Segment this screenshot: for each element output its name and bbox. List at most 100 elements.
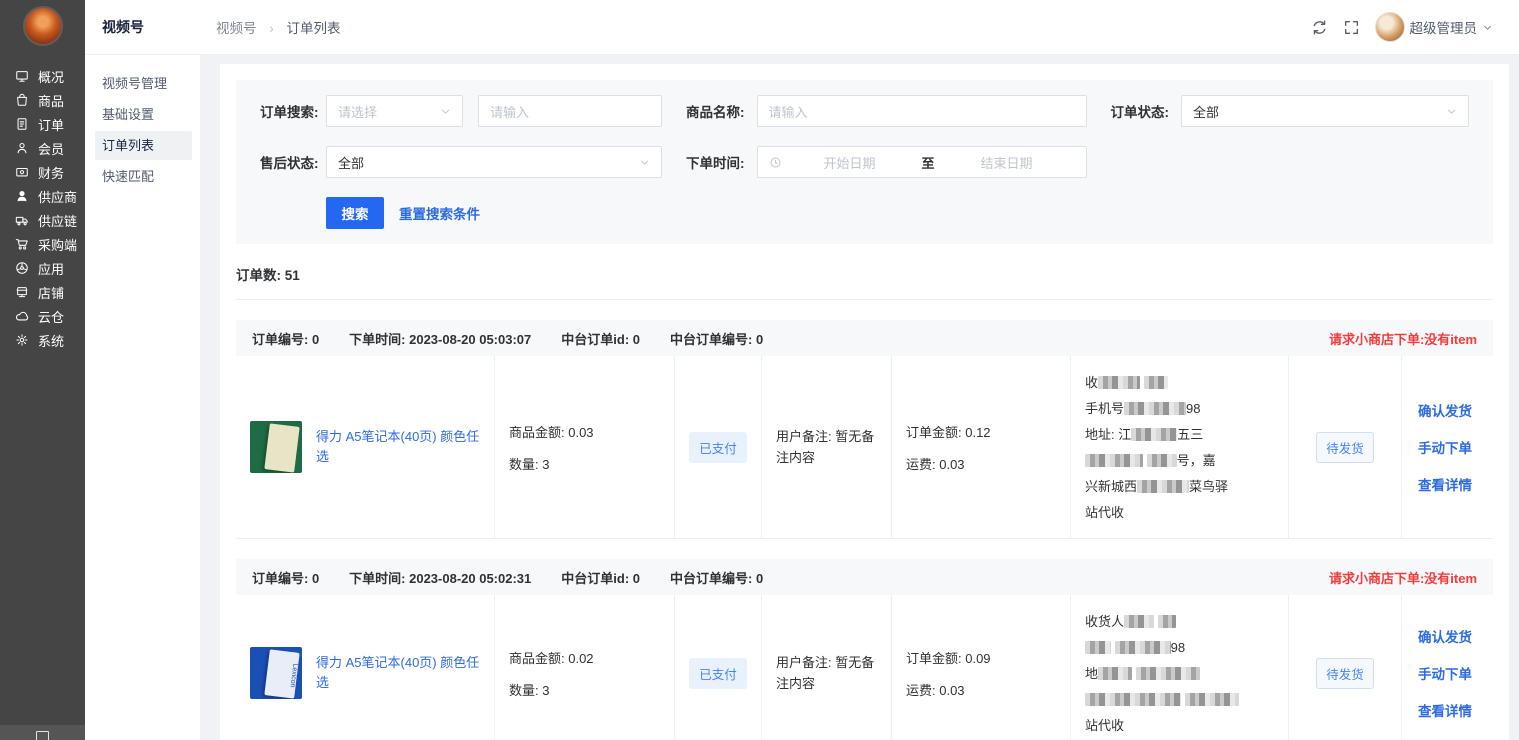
mid-order-no: 中台订单编号: 0 [670,329,763,348]
supplier-icon [15,189,29,203]
aftersale-status-select[interactable]: 全部 [326,146,662,178]
user-menu[interactable]: 超级管理员 [1375,12,1494,42]
redacted-block [1085,693,1181,706]
order-body: Lexicon 得力 A5笔记本(40页) 颜色任选 商品金额: 0.02 数量… [236,595,1493,740]
address-text: 手机号 [1085,401,1124,416]
ship-status-cell: 待发货 [1289,356,1402,538]
submenu-item-1[interactable]: 基础设置 [95,100,192,129]
sidebar-item-10[interactable]: 云仓 [0,304,85,328]
sidebar-item-2[interactable]: 订单 [0,112,85,136]
topbar: 视频号 › 订单列表 超级管理员 [200,0,1519,55]
redacted-block [1124,402,1186,415]
order-row: 订单编号: 0 下单时间: 2023-08-20 05:03:07 中台订单id… [236,320,1493,539]
submenu-sidebar: 视频号 视频号管理 基础设置 订单列表 快速匹配 [85,0,200,740]
order-status-label: 订单状态: [1111,101,1170,121]
aftersale-status-value: 全部 [338,153,364,172]
sidebar-item-5[interactable]: 供应商 [0,184,85,208]
redacted-block [1085,454,1143,467]
chevron-down-icon [639,157,650,168]
mid-order-id: 中台订单id: 0 [561,329,640,348]
order-time-range-picker[interactable]: 开始日期 至 结束日期 [757,146,1087,178]
address-line: 兴新城西菜鸟驿 [1085,474,1274,500]
order-amount-cell: 订单金额: 0.12 运费: 0.03 [892,356,1071,538]
redacted-block [1185,693,1239,706]
order-action-1[interactable]: 手动下单 [1418,663,1472,683]
breadcrumb-root[interactable]: 视频号 [216,21,257,36]
quantity: 数量: 3 [509,454,660,473]
actions-cell: 确认发货手动下单查看详情 [1402,356,1493,538]
order-status-select[interactable]: 全部 [1181,95,1469,127]
app-logo [23,6,63,46]
sidebar-item-3[interactable]: 会员 [0,136,85,160]
order-list: 订单编号: 0 下单时间: 2023-08-20 05:03:07 中台订单id… [236,320,1493,740]
sidebar-item-8[interactable]: 应用 [0,256,85,280]
sidebar-item-label: 概况 [38,67,64,86]
sidebar-item-9[interactable]: 店铺 [0,280,85,304]
freight: 运费: 0.03 [906,454,1056,473]
app-root: 概况 商品 订单 会员 财务 供应商 供应链 采购端 应用 店铺 云仓 [0,0,1519,740]
product-name-link[interactable]: 得力 A5笔记本(40页) 颜色任选 [316,427,480,467]
address-cell: 收货人 98地 站代收 [1071,595,1289,740]
order-error-text: 请求小商店下单:没有item [1329,329,1477,348]
search-button[interactable]: 搜索 [326,197,384,229]
submenu-title: 视频号 [85,0,200,55]
redacted-block [1137,480,1189,493]
pay-status-cell: 已支付 [675,356,762,538]
chevron-down-icon [1482,22,1493,33]
sidebar-item-0[interactable]: 概况 [0,64,85,88]
order-no: 订单编号: 0 [252,329,319,348]
sidebar-item-11[interactable]: 系统 [0,328,85,352]
address-line: 收 [1085,370,1274,396]
aftersale-status-label: 售后状态: [260,152,326,172]
sidebar-item-6[interactable]: 供应链 [0,208,85,232]
submenu-item-0[interactable]: 视频号管理 [95,69,192,98]
order-action-2[interactable]: 查看详情 [1418,700,1472,720]
clock-icon [769,156,782,169]
order-action-0[interactable]: 确认发货 [1418,626,1472,646]
order-action-1[interactable]: 手动下单 [1418,437,1472,457]
product-name-input[interactable]: 请输入 [757,95,1087,127]
breadcrumb: 视频号 › 订单列表 [216,17,341,37]
refresh-icon[interactable] [1311,19,1328,36]
address-text: 站代收 [1085,718,1124,733]
submenu-item-3[interactable]: 快速匹配 [95,162,192,191]
collapse-sidebar-icon[interactable] [36,731,49,740]
reset-search-link[interactable]: 重置搜索条件 [399,203,480,223]
filter-row-2: 售后状态: 全部 下单时间: 开始日期 至 结束日期 [260,146,1469,178]
order-amount-cell: 订单金额: 0.09 运费: 0.03 [892,595,1071,740]
member-icon [15,141,29,155]
product-name-label: 商品名称: [686,101,745,121]
address-text: 号，嘉 [1177,453,1216,468]
breadcrumb-separator-icon: › [269,21,274,36]
address-line: 地址: 江五三 [1085,422,1274,448]
address-line [1085,687,1274,713]
mid-order-id: 中台订单id: 0 [561,568,640,587]
sidebar-item-label: 订单 [38,115,64,134]
chevron-down-icon [1446,106,1457,117]
submenu-item-2[interactable]: 订单列表 [95,131,192,160]
order-search-input[interactable]: 请输入 [478,95,662,127]
order-header: 订单编号: 0 下单时间: 2023-08-20 05:02:31 中台订单id… [236,559,1493,595]
sidebar-item-4[interactable]: 财务 [0,160,85,184]
pay-status-badge: 已支付 [689,432,747,463]
sidebar-item-1[interactable]: 商品 [0,88,85,112]
ship-status-badge: 待发货 [1316,432,1374,463]
pay-status-cell: 已支付 [675,595,762,740]
order-search-type-placeholder: 请选择 [338,102,377,121]
order-action-0[interactable]: 确认发货 [1418,400,1472,420]
fullscreen-icon[interactable] [1343,19,1360,36]
product-name-link[interactable]: 得力 A5笔记本(40页) 颜色任选 [316,653,480,693]
mid-order-no: 中台订单编号: 0 [670,568,763,587]
address-cell: 收 手机号98地址: 江五三 号，嘉兴新城西菜鸟驿站代收 [1071,356,1289,538]
filter-panel: 订单搜索: 请选择 请输入 商品名称: 请输入 [236,80,1493,244]
sidebar-item-label: 系统 [38,331,64,350]
order-icon [15,117,29,131]
address-text: 地址: 江 [1085,427,1131,442]
date-end-placeholder: 结束日期 [939,153,1075,172]
order-action-2[interactable]: 查看详情 [1418,474,1472,494]
redacted-block [1115,641,1171,654]
sidebar-item-7[interactable]: 采购端 [0,232,85,256]
order-search-type-select[interactable]: 请选择 [326,95,463,127]
goods-amount: 商品金额: 0.03 [509,422,660,441]
product-image: Lexicon [250,647,302,699]
